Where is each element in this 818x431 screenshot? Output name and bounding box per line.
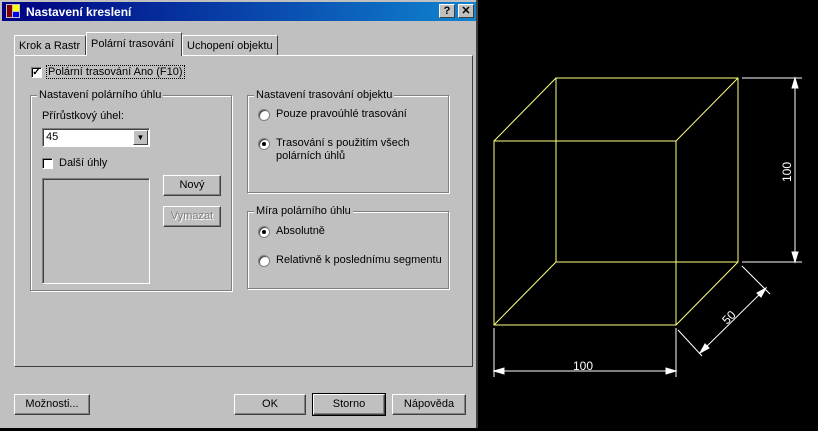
cube-drawing: 100 100 50 [492, 76, 802, 377]
all-polar-tracking-label-1[interactable]: Trasování s použitím všech [276, 137, 409, 149]
options-button[interactable]: Možnosti... [14, 394, 90, 415]
drawing-canvas[interactable]: 100 100 50 [480, 0, 818, 428]
dim-depth-label: 50 [719, 308, 739, 328]
cube-wireframe [493, 77, 739, 326]
ok-button[interactable]: OK [234, 394, 306, 415]
orthogonal-tracking-label[interactable]: Pouze pravoúhlé trasování [276, 108, 407, 120]
help-button[interactable]: Nápověda [392, 394, 466, 415]
absolute-radio[interactable] [258, 226, 270, 238]
angle-measure-title: Míra polárního úhlu [254, 205, 353, 217]
dim-width-arrow-right [665, 367, 678, 375]
cancel-button[interactable]: Storno [312, 393, 386, 416]
polar-angle-settings-title: Nastavení polárního úhlu [37, 89, 164, 101]
angle-measure-group: Míra polárního úhlu [247, 205, 449, 289]
additional-angles-list[interactable] [42, 178, 150, 284]
polar-on-label[interactable]: Polární trasování Ano (F10) [46, 65, 185, 79]
cube-edge-bl [493, 261, 557, 326]
relative-label[interactable]: Relativně k poslednímu segmentu [276, 254, 442, 266]
relative-radio[interactable] [258, 255, 270, 267]
tab-object-snap[interactable]: Uchopení objektu [182, 35, 278, 55]
dialog-title: Nastavení kreslení [26, 5, 132, 19]
additional-angles-checkbox[interactable] [42, 158, 53, 169]
all-polar-tracking-label-2[interactable]: polárních úhlů [276, 150, 345, 162]
dim-height-arrow-top [791, 76, 799, 89]
dim-depth-ext-back [741, 265, 771, 295]
delete-angle-button[interactable]: Vymazat [163, 206, 221, 227]
close-icon: ✕ [461, 5, 471, 17]
dim-height-label: 100 [780, 162, 794, 182]
dim-width-label: 100 [573, 359, 593, 373]
tab-snap-grid[interactable]: Krok a Rastr [14, 35, 86, 55]
help-title-button[interactable]: ? [439, 4, 455, 18]
chevron-down-icon[interactable]: ▼ [133, 130, 148, 145]
object-tracking-title: Nastavení trasování objektu [254, 89, 395, 101]
app-icon [6, 4, 20, 18]
increment-angle-value: 45 [46, 131, 59, 143]
dim-height-arrow-bottom [791, 251, 799, 264]
dim-width-arrow-left [492, 367, 505, 375]
absolute-label[interactable]: Absolutně [276, 225, 325, 237]
all-polar-tracking-radio[interactable] [258, 138, 270, 150]
increment-angle-select[interactable]: 45 ▼ [42, 128, 150, 147]
cube-edge-tl [493, 77, 557, 142]
new-angle-button[interactable]: Nový [163, 175, 221, 196]
drawing-settings-dialog: Nastavení kreslení ? ✕ Krok a Rastr Polá… [0, 0, 478, 428]
increment-angle-label: Přírůstkový úhel: [42, 110, 124, 122]
close-button[interactable]: ✕ [458, 4, 474, 18]
additional-angles-label[interactable]: Další úhly [59, 157, 107, 169]
title-bar[interactable]: Nastavení kreslení ? ✕ [2, 2, 476, 21]
orthogonal-tracking-radio[interactable] [258, 109, 270, 121]
tab-polar-tracking[interactable]: Polární trasování [86, 32, 182, 56]
cube-edge-tr [675, 77, 739, 142]
dim-depth-ext-front [677, 329, 703, 357]
polar-on-checkbox[interactable]: ✓ [31, 67, 42, 78]
dimensions [492, 76, 802, 377]
